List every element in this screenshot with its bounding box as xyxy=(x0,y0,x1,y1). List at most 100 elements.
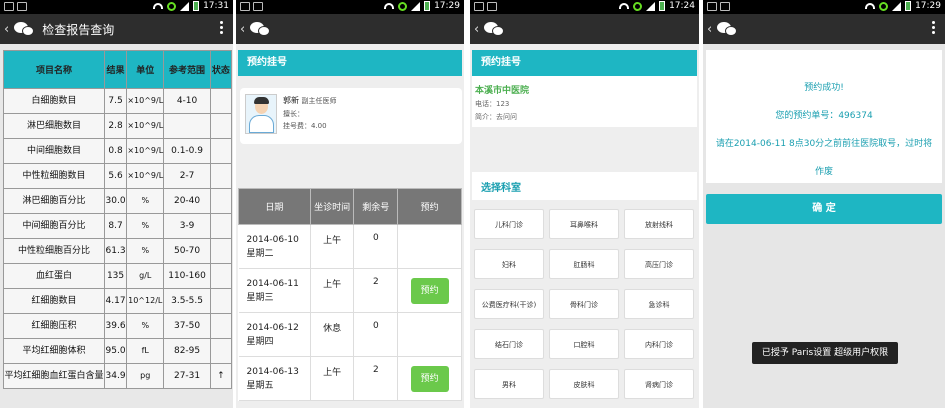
sync-icon xyxy=(633,1,643,11)
schedule-row: 2014-06-12 星期四 休息 0 xyxy=(238,312,462,357)
schedule-date-cell: 2014-06-11 星期三 xyxy=(238,268,311,313)
table-cell: 50-70 xyxy=(163,238,211,264)
table-cell: 中间细胞百分比 xyxy=(3,213,105,239)
table-cell: 30.0 xyxy=(103,188,128,214)
pickup-instruction: 请在2014-06-11 8点30分之前前往医院取号，过时将 xyxy=(715,139,933,149)
schedule-action-cell xyxy=(397,224,462,269)
schedule-row: 2014-06-11 星期三 上午 2 预约 xyxy=(238,268,462,313)
battery-icon xyxy=(424,1,431,11)
dept-button[interactable]: 口腔科 xyxy=(549,329,619,359)
table-cell: 135 xyxy=(103,263,128,289)
back-icon[interactable]: ‹ xyxy=(474,22,479,37)
schedule-date: 2014-06-13 xyxy=(246,366,299,377)
dept-button[interactable]: 内科门诊 xyxy=(624,329,694,359)
table-cell xyxy=(209,188,233,214)
doctor-avatar xyxy=(245,94,277,134)
table-row[interactable]: 红细胞数目 4.17 10^12/L 3.5-5.5 xyxy=(3,288,233,314)
table-cell xyxy=(209,138,233,164)
report-column-header: 结果 xyxy=(103,50,128,89)
schedule-row: 2014-06-13 星期五 上午 2 预约 xyxy=(238,356,462,401)
dept-title-card: 选择科室 xyxy=(472,172,697,200)
report-column-header: 项目名称 xyxy=(3,50,105,89)
dept-button[interactable]: 结石门诊 xyxy=(474,329,544,359)
table-cell xyxy=(209,113,233,139)
back-icon[interactable]: ‹ xyxy=(4,22,9,37)
table-row[interactable]: 淋巴细胞百分比 30.0% 20-40 xyxy=(3,188,233,214)
schedule-weekday: 星期五 xyxy=(246,380,274,391)
table-row[interactable]: 淋巴细胞数目 2.8 ×10^9/L xyxy=(3,113,233,139)
overflow-menu-icon[interactable] xyxy=(220,21,223,34)
table-row[interactable]: 平均红细胞血红蛋白含量 34.9 pg 27-31 ↑ xyxy=(3,363,233,389)
table-row[interactable]: 中间细胞百分比 8.7% 3-9 xyxy=(3,213,233,239)
book-button[interactable]: 预约 xyxy=(410,365,449,392)
book-button[interactable]: 预约 xyxy=(410,277,449,304)
wechat-logo-icon xyxy=(14,20,36,38)
back-icon[interactable]: ‹ xyxy=(707,22,712,37)
doctor-title: 副主任医师 xyxy=(301,97,337,105)
overflow-menu-icon[interactable] xyxy=(932,21,935,34)
signal-icon xyxy=(892,1,902,11)
dept-button[interactable]: 放射线科 xyxy=(624,209,694,239)
table-cell xyxy=(209,163,233,189)
signal-icon xyxy=(180,1,190,11)
table-cell xyxy=(209,213,233,239)
wifi-icon xyxy=(153,3,164,9)
schedule-column-header: 预约 xyxy=(397,188,462,225)
table-row[interactable]: 中间细胞数目 0.8 ×10^9/L 0.1-0.9 xyxy=(3,138,233,164)
doctor-speciality: 擅长： xyxy=(283,110,304,118)
dept-button[interactable]: 公费医疗科(干诊) xyxy=(474,289,544,319)
table-cell: 34.9 xyxy=(103,363,128,389)
report-table: 项目名称 结果 单位 参考范围 状态 白细胞数目 7.5 ×10^9/L 4-10 淋巴细胞数目… xyxy=(3,50,233,389)
table-cell xyxy=(209,238,233,264)
report-panel: 17:31 ‹ 检查报告查询 项目名称 结果 单位 参考范围 状态 白细胞数目 7.5 ×1… xyxy=(0,0,233,408)
table-row[interactable]: 中性粒细胞数目 5.6 ×10^9/L 2-7 xyxy=(3,163,233,189)
table-cell: 3-9 xyxy=(163,213,211,239)
dept-button[interactable]: 儿科门诊 xyxy=(474,209,544,239)
dept-button[interactable]: 皮肤科 xyxy=(549,369,619,399)
dept-button[interactable]: 耳鼻喉科 xyxy=(549,209,619,239)
doctor-card[interactable]: 郭新 副主任医师 擅长： 挂号费：4.00 xyxy=(240,88,462,144)
schedule-time: 上午 xyxy=(310,356,355,401)
table-cell: 110-160 xyxy=(163,263,211,289)
table-row[interactable]: 红细胞压积 39.6% 37-50 xyxy=(3,313,233,339)
dept-button[interactable]: 高压门诊 xyxy=(624,249,694,279)
schedule-date: 2014-06-10 xyxy=(246,234,299,245)
dept-button[interactable]: 妇科 xyxy=(474,249,544,279)
back-icon[interactable]: ‹ xyxy=(240,22,245,37)
hospital-name: 本溪市中医院 xyxy=(475,86,530,96)
dept-button[interactable]: 男科 xyxy=(474,369,544,399)
report-column-header: 单位 xyxy=(126,50,165,89)
header-card: 预约挂号 xyxy=(238,50,462,76)
section-header: 预约挂号 xyxy=(472,50,697,76)
table-cell: ×10^9/L xyxy=(126,138,165,164)
schedule-remain: 2 xyxy=(353,356,399,401)
table-row[interactable]: 平均红细胞体积 95.0 fL 82-95 xyxy=(3,338,233,364)
table-cell: 淋巴细胞数目 xyxy=(3,113,105,139)
hospital-intro: 简介：去问问 xyxy=(475,113,517,121)
sync-icon xyxy=(398,1,408,11)
schedule-action-cell: 预约 xyxy=(397,268,462,313)
table-row[interactable]: 血红蛋白 135 g/L 110-160 xyxy=(3,263,233,289)
schedule-remain: 0 xyxy=(353,312,399,357)
hospital-card: 预约挂号 本溪市中医院 电话：123 简介：去问问 xyxy=(472,50,697,127)
app-bar: ‹ xyxy=(236,14,464,44)
table-cell: ×10^9/L xyxy=(126,113,165,139)
battery-icon xyxy=(905,1,912,11)
status-bar: 17:31 xyxy=(0,0,233,14)
hospital-phone: 电话：123 xyxy=(475,100,510,108)
app-bar: ‹ 检查报告查询 xyxy=(0,14,233,44)
table-cell: 0.8 xyxy=(103,138,128,164)
dept-button[interactable]: 肾病门诊 xyxy=(624,369,694,399)
status-time: 17:29 xyxy=(434,1,460,11)
confirm-button[interactable]: 确 定 xyxy=(706,194,942,224)
table-cell: % xyxy=(126,213,165,239)
table-row[interactable]: 白细胞数目 7.5 ×10^9/L 4-10 xyxy=(3,88,233,114)
dept-button[interactable]: 肛肠科 xyxy=(549,249,619,279)
dept-button[interactable]: 急诊科 xyxy=(624,289,694,319)
wifi-icon xyxy=(619,3,630,9)
table-cell: 白细胞数目 xyxy=(3,88,105,114)
dept-button[interactable]: 骨科门诊 xyxy=(549,289,619,319)
table-cell: 2-7 xyxy=(163,163,211,189)
table-row[interactable]: 中性粒细胞百分比 61.3% 50-70 xyxy=(3,238,233,264)
schedule-column-header: 坐诊时间 xyxy=(309,188,355,225)
